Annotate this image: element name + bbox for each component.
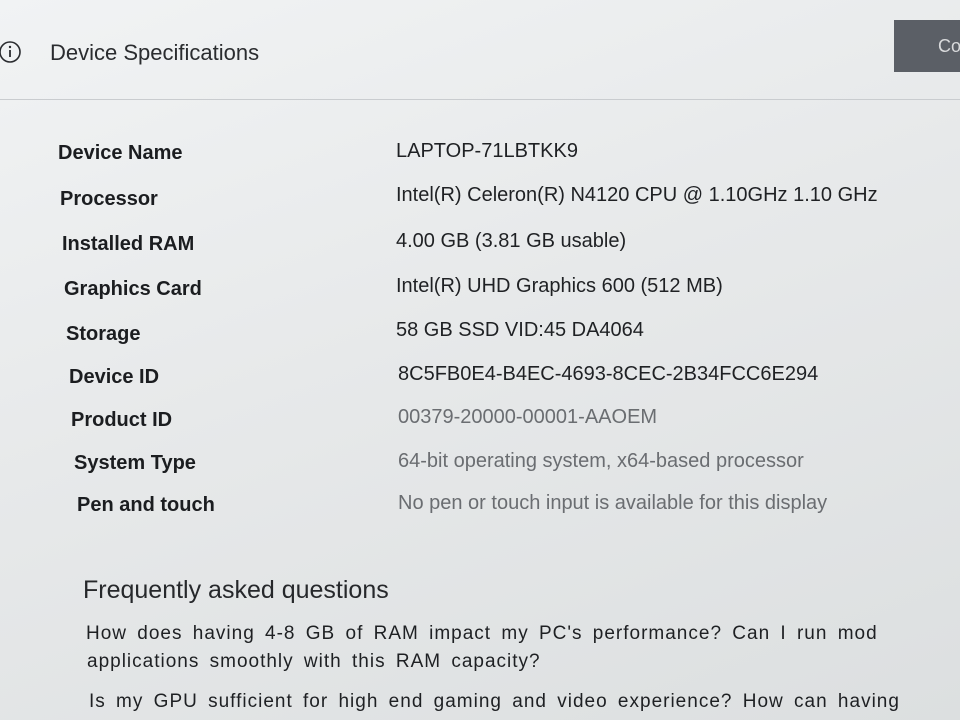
spec-value-installed-ram: 4.00 GB (3.81 GB usable) <box>396 230 627 252</box>
faq-question-ram-continued[interactable]: applications smoothly with this RAM capa… <box>87 648 541 675</box>
spec-value-product-id: 00379-20000-00001-AAOEM <box>398 406 658 428</box>
spec-label-graphics-card: Graphics Card <box>64 278 202 300</box>
spec-table: Device Name LAPTOP-71LBTKK9 Processor In… <box>0 0 960 560</box>
faq-question-gpu[interactable]: Is my GPU sufficient for high end gaming… <box>89 688 900 715</box>
spec-value-system-type: 64-bit operating system, x64-based proce… <box>398 450 804 472</box>
spec-value-storage: 58 GB SSD VID:45 DA4064 <box>396 319 644 341</box>
spec-value-processor: Intel(R) Celeron(R) N4120 CPU @ 1.10GHz … <box>396 184 878 206</box>
spec-value-graphics-card: Intel(R) UHD Graphics 600 (512 MB) <box>396 275 723 297</box>
faq-heading: Frequently asked questions <box>83 576 389 604</box>
device-specifications-screen: Device Specifications Copy Device Name L… <box>0 0 960 720</box>
spec-value-device-id: 8C5FB0E4-B4EC-4693-8CEC-2B34FCC6E294 <box>398 363 819 385</box>
spec-value-pen-and-touch: No pen or touch input is available for t… <box>398 492 828 514</box>
spec-label-processor: Processor <box>60 188 158 210</box>
spec-label-product-id: Product ID <box>71 409 173 431</box>
faq-question-ram[interactable]: How does having 4-8 GB of RAM impact my … <box>86 620 878 647</box>
spec-value-device-name: LAPTOP-71LBTKK9 <box>396 140 578 162</box>
spec-label-pen-and-touch: Pen and touch <box>77 494 215 516</box>
spec-label-system-type: System Type <box>74 452 196 474</box>
spec-label-device-id: Device ID <box>69 366 160 388</box>
spec-label-installed-ram: Installed RAM <box>62 233 195 255</box>
spec-label-device-name: Device Name <box>58 142 183 164</box>
spec-label-storage: Storage <box>66 323 141 345</box>
